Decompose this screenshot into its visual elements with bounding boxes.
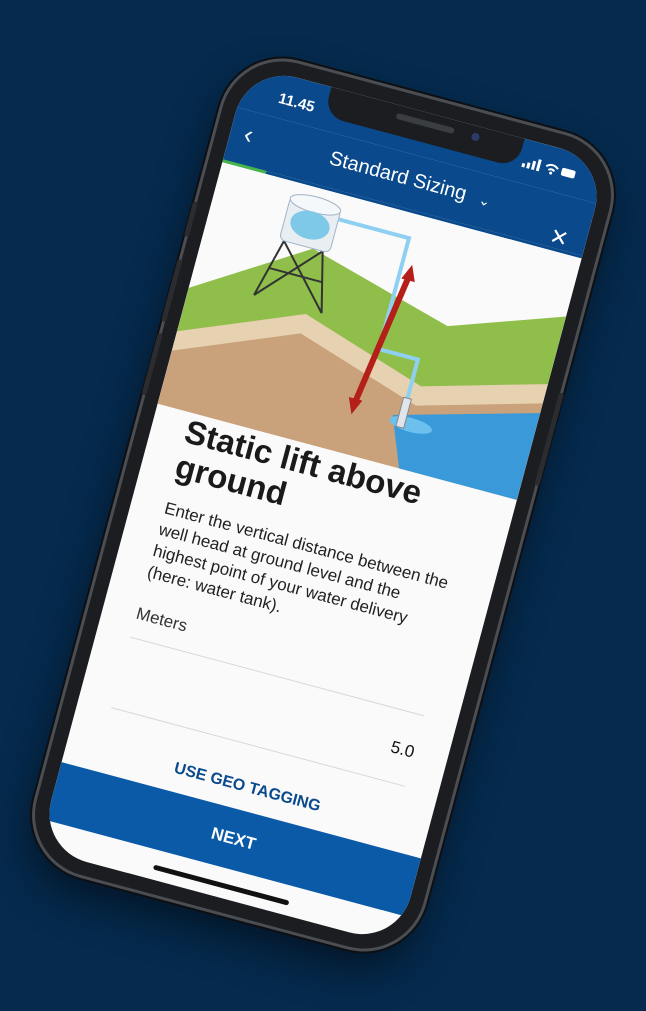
- status-time: 11.45: [276, 89, 317, 116]
- chevron-down-icon: ⌄: [476, 191, 493, 210]
- meters-value: 5.0: [388, 737, 417, 762]
- phone-mockup: 11.45 ‹ Standard Sizing ⌄ ✕ Static lift …: [21, 47, 625, 963]
- front-camera: [470, 132, 481, 142]
- system-status-icons: [521, 155, 579, 184]
